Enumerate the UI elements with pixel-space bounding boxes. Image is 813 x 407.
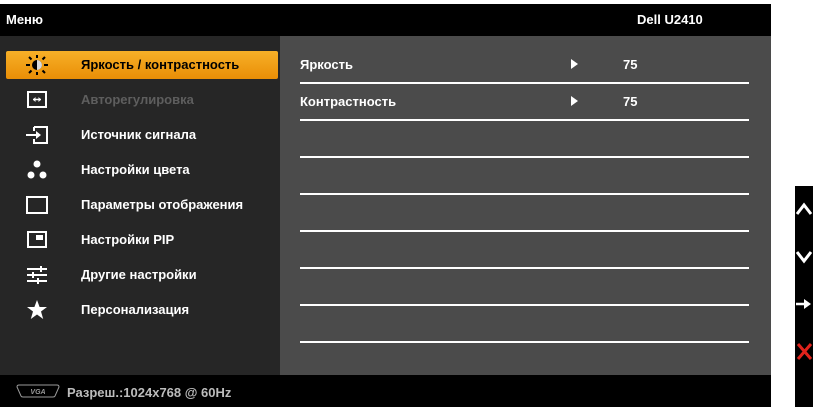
osd-header: Меню Dell U2410 (0, 4, 771, 36)
setting-row-empty (300, 158, 749, 195)
osd-footer: VGA Разреш.:1024x768 @ 60Hz (0, 375, 771, 407)
menu-item-label: Источник сигнала (81, 127, 197, 142)
menu-item-personalize[interactable]: Персонализация (6, 296, 278, 324)
setting-value: 75 (623, 94, 638, 109)
play-arrow-icon (571, 59, 578, 69)
setting-row-brightness[interactable]: Яркость 75 (300, 47, 749, 84)
svg-text:VGA: VGA (30, 389, 45, 396)
vga-icon: VGA (16, 384, 60, 398)
menu-list: Яркость / контрастность Авторегулировка (0, 36, 280, 375)
play-arrow-icon (571, 96, 578, 106)
monitor-model: Dell U2410 (637, 12, 703, 27)
brightness-icon (24, 54, 50, 76)
setting-value: 75 (623, 57, 638, 72)
menu-item-input-source[interactable]: Источник сигнала (6, 121, 278, 149)
button-guide (795, 186, 813, 407)
menu-item-brightness-contrast[interactable]: Яркость / контрастность (6, 51, 278, 79)
menu-item-label: Настройки PIP (81, 232, 175, 247)
menu-item-label: Параметры отображения (81, 197, 244, 212)
menu-item-label: Авторегулировка (81, 92, 194, 107)
menu-item-color-settings[interactable]: Настройки цвета (6, 156, 278, 184)
setting-row-contrast[interactable]: Контрастность 75 (300, 84, 749, 121)
osd-menu: Меню Dell U2410 Яркость / контрастность (0, 4, 771, 407)
right-arrow-icon[interactable] (795, 293, 813, 315)
auto-adjust-icon (24, 89, 50, 111)
display-settings-icon (24, 194, 50, 216)
menu-item-auto-adjust[interactable]: Авторегулировка (6, 86, 278, 114)
menu-item-label: Персонализация (81, 302, 190, 317)
menu-item-label: Настройки цвета (81, 162, 190, 177)
down-arrow-icon[interactable] (795, 246, 813, 268)
menu-item-label: Яркость / контрастность (81, 57, 240, 72)
settings-panel: Яркость 75 Контрастность 75 (280, 36, 771, 375)
setting-label: Контрастность (300, 94, 397, 109)
other-settings-icon (24, 264, 50, 286)
exit-x-icon[interactable] (795, 340, 813, 362)
menu-item-label: Другие настройки (81, 267, 197, 282)
setting-row-empty (300, 121, 749, 158)
setting-label: Яркость (300, 57, 353, 72)
up-arrow-icon[interactable] (795, 198, 813, 220)
menu-item-pip-settings[interactable]: Настройки PIP (6, 226, 278, 254)
pip-icon (24, 229, 50, 251)
setting-row-empty (300, 195, 749, 232)
input-source-icon (24, 124, 50, 146)
star-icon (24, 299, 50, 321)
setting-row-empty (300, 269, 749, 306)
menu-item-display-settings[interactable]: Параметры отображения (6, 191, 278, 219)
menu-item-other-settings[interactable]: Другие настройки (6, 261, 278, 289)
resolution-status: Разреш.:1024x768 @ 60Hz (67, 385, 232, 400)
menu-title: Меню (6, 12, 44, 27)
color-settings-icon (24, 159, 50, 181)
setting-row-empty (300, 232, 749, 269)
setting-row-empty (300, 306, 749, 343)
